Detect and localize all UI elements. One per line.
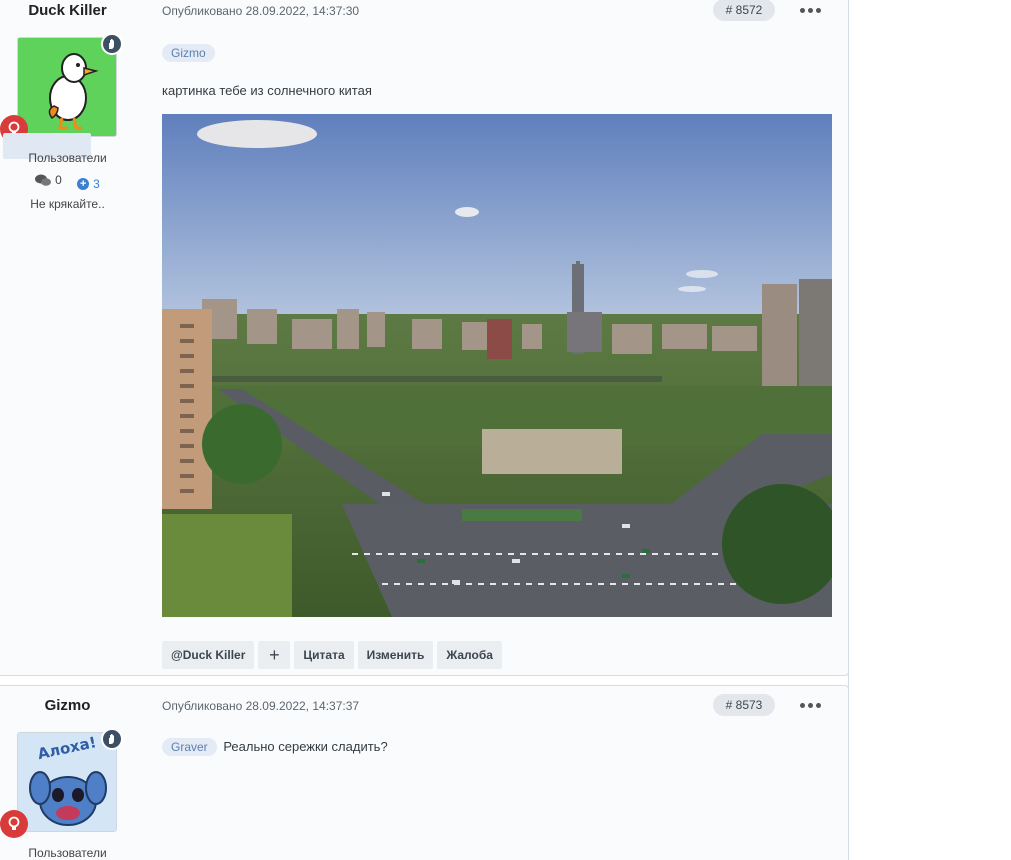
author-group: Пользователи bbox=[28, 151, 107, 165]
mention-row: Gizmo bbox=[162, 44, 215, 62]
author-name[interactable]: Duck Killer bbox=[0, 2, 135, 20]
mention-tag[interactable]: Gizmo bbox=[162, 44, 215, 62]
post-actions: @Duck Killer + Цитата Изменить Жалоба bbox=[162, 641, 502, 669]
mention-author-button[interactable]: @Duck Killer bbox=[162, 641, 255, 669]
posts-count: 0 bbox=[35, 173, 62, 187]
post-text: картинка тебе из солнечного китая bbox=[162, 83, 372, 98]
posts-count-value: 0 bbox=[55, 173, 62, 187]
hand-icon bbox=[101, 33, 123, 55]
more-icon[interactable] bbox=[800, 5, 822, 15]
avatar[interactable]: Алоха! bbox=[17, 732, 117, 832]
author-avatar-wrap[interactable] bbox=[0, 33, 123, 143]
post-date[interactable]: Опубликовано 28.09.2022, 14:37:30 bbox=[162, 4, 359, 18]
author-name[interactable]: Gizmo bbox=[0, 697, 135, 715]
plus-icon: + bbox=[77, 177, 90, 190]
post-8572: Duck Killer Пользователи 0 + 3 Не крякай… bbox=[0, 0, 849, 676]
post-number[interactable]: # 8573 bbox=[713, 694, 775, 716]
reputation-value: 3 bbox=[93, 176, 100, 191]
hand-icon bbox=[101, 728, 123, 750]
report-button[interactable]: Жалоба bbox=[437, 641, 502, 669]
author-avatar-wrap[interactable]: Алоха! bbox=[0, 728, 123, 838]
post-date[interactable]: Опубликовано 28.09.2022, 14:37:37 bbox=[162, 699, 359, 713]
user-title: Не крякайте.. bbox=[30, 197, 105, 211]
edit-button[interactable]: Изменить bbox=[357, 641, 434, 669]
author-name-link[interactable]: Duck Killer bbox=[28, 2, 106, 19]
stitch-avatar-image: Алоха! bbox=[18, 733, 116, 831]
city-photo bbox=[162, 114, 832, 617]
avatar[interactable] bbox=[17, 37, 117, 137]
mention-tag[interactable]: Graver bbox=[162, 738, 217, 756]
author-stats: 0 + 3 bbox=[0, 173, 135, 191]
post-text: Реально сережки сладить? bbox=[223, 739, 388, 754]
author-name-link[interactable]: Gizmo bbox=[45, 697, 91, 714]
lightbulb-icon bbox=[0, 810, 28, 838]
more-icon[interactable] bbox=[800, 700, 822, 710]
plus-button[interactable]: + bbox=[258, 641, 291, 669]
post-8573: Gizmo Алоха! Пользователи Опубликовано 2… bbox=[0, 685, 849, 860]
quote-button[interactable]: Цитата bbox=[294, 641, 354, 669]
post-image[interactable] bbox=[162, 114, 832, 617]
author-group: Пользователи bbox=[28, 846, 107, 860]
post-text-row: Graver Реально сережки сладить? bbox=[162, 738, 388, 756]
reputation: + 3 bbox=[77, 177, 100, 191]
post-number[interactable]: # 8572 bbox=[713, 0, 775, 21]
comments-icon bbox=[35, 174, 52, 186]
duck-avatar-image bbox=[18, 38, 116, 136]
